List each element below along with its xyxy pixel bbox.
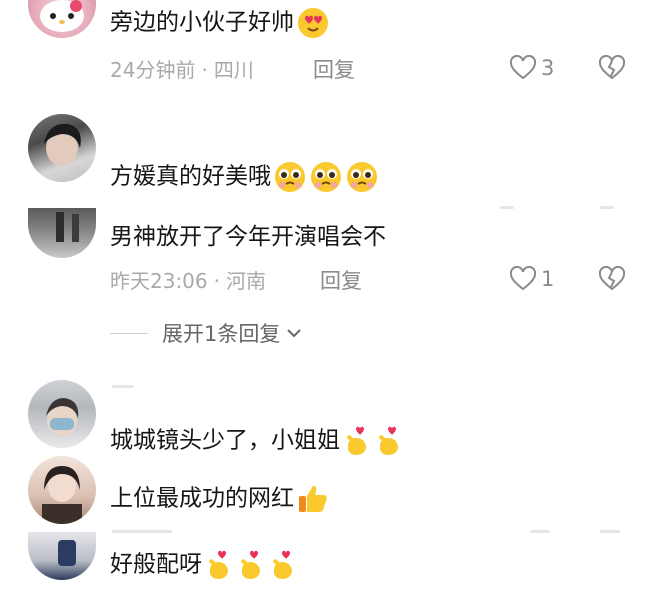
person-photo-icon bbox=[44, 123, 81, 166]
comment-text: 旁边的小伙子好帅 bbox=[110, 6, 330, 40]
divider bbox=[500, 206, 514, 209]
heart-outline-icon bbox=[509, 266, 537, 291]
avatar[interactable] bbox=[28, 0, 96, 38]
avatar[interactable] bbox=[28, 380, 96, 448]
like-count: 1 bbox=[541, 267, 555, 291]
person-photo-icon bbox=[42, 466, 82, 524]
comment-text: 男神放开了今年开演唱会不 bbox=[110, 224, 386, 250]
comment-text: 上位最成功的网红 bbox=[110, 482, 330, 516]
divider bbox=[530, 530, 550, 533]
avatar[interactable] bbox=[28, 114, 96, 182]
heart-outline-icon bbox=[509, 55, 537, 80]
avatar[interactable] bbox=[28, 456, 96, 524]
finger-heart-icon bbox=[378, 426, 398, 455]
like-count: 3 bbox=[541, 56, 555, 80]
divider bbox=[112, 385, 134, 388]
person-photo-icon bbox=[56, 212, 79, 242]
cartoon-cat-icon bbox=[40, 0, 84, 32]
divider bbox=[110, 332, 148, 334]
avatar[interactable] bbox=[28, 208, 96, 258]
finger-heart-icon bbox=[208, 550, 228, 579]
reply-button[interactable]: 回复 bbox=[313, 57, 355, 83]
like-button[interactable]: 3 bbox=[509, 55, 554, 81]
finger-heart-icon bbox=[272, 550, 292, 579]
pleading-face-icon bbox=[275, 162, 305, 192]
reply-button[interactable]: 回复 bbox=[320, 268, 362, 294]
broken-heart-icon bbox=[598, 55, 626, 80]
comment-text: 好般配呀 bbox=[110, 548, 298, 582]
dislike-button[interactable] bbox=[598, 266, 626, 292]
dislike-button[interactable] bbox=[598, 55, 626, 81]
thumbs-up-icon bbox=[299, 485, 327, 512]
expand-replies-button[interactable]: 展开1条回复 bbox=[110, 318, 304, 348]
like-button[interactable]: 1 bbox=[509, 266, 554, 292]
heart-eyes-face-icon bbox=[298, 8, 328, 38]
avatar[interactable] bbox=[28, 532, 96, 580]
finger-heart-icon bbox=[346, 426, 366, 455]
comment-meta: 昨天23:06 · 河南 bbox=[110, 269, 266, 293]
person-photo-icon bbox=[46, 398, 79, 437]
expand-replies-label: 展开1条回复 bbox=[162, 322, 281, 346]
pleading-face-icon bbox=[311, 162, 341, 192]
pleading-face-icon bbox=[347, 162, 377, 192]
comment-text: 城城镜头少了，小姐姐 bbox=[110, 424, 404, 458]
divider bbox=[600, 530, 620, 533]
broken-heart-icon bbox=[598, 266, 626, 291]
divider bbox=[112, 530, 172, 533]
divider bbox=[600, 206, 614, 209]
chevron-down-icon bbox=[287, 329, 302, 338]
person-photo-icon bbox=[58, 540, 76, 566]
comment-text: 方媛真的好美哦 bbox=[110, 160, 379, 194]
comment-meta: 24分钟前 · 四川 bbox=[110, 58, 254, 82]
finger-heart-icon bbox=[240, 550, 260, 579]
